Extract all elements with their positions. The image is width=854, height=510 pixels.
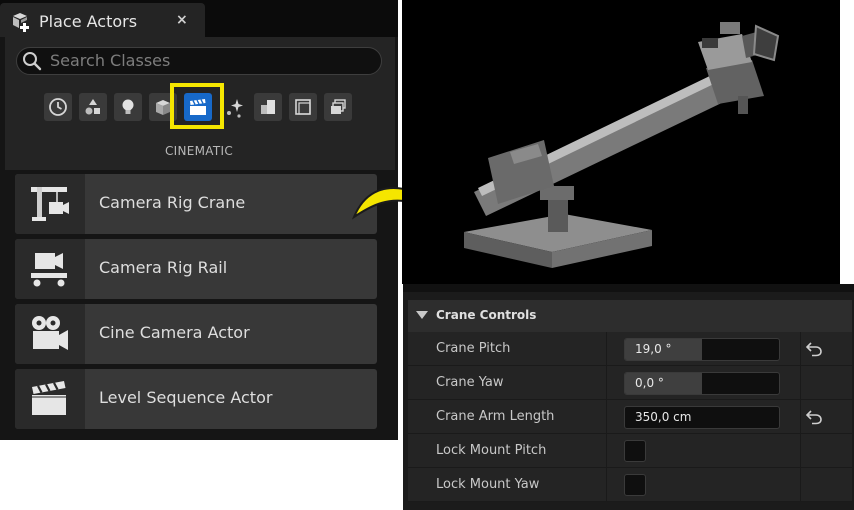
category-recent-button[interactable] [44, 93, 72, 121]
actor-item-camera-rig-rail[interactable]: Camera Rig Rail [15, 239, 377, 299]
field-value: 19,0 ° [635, 342, 672, 356]
divider [606, 332, 607, 365]
panel-title: Place Actors [39, 12, 138, 31]
divider [606, 434, 607, 467]
viewport[interactable] [402, 0, 840, 284]
lock-mount-pitch-checkbox[interactable] [624, 440, 646, 462]
reset-icon[interactable] [806, 341, 822, 357]
actor-icon-box [15, 304, 85, 364]
crane-yaw-field[interactable]: 0,0 ° [624, 372, 780, 395]
crane-icon [31, 187, 69, 221]
actor-item-cine-camera-actor[interactable]: Cine Camera Actor [15, 304, 377, 364]
crane-pitch-field[interactable]: 19,0 ° [624, 338, 780, 361]
category-basic-button[interactable] [79, 93, 107, 121]
field-value: 0,0 ° [635, 376, 664, 390]
close-icon[interactable]: × [176, 12, 188, 28]
reset-icon[interactable] [806, 409, 822, 425]
search-icon [23, 52, 42, 71]
divider [606, 400, 607, 433]
actor-icon-box [15, 239, 85, 299]
property-row-crane-yaw: Crane Yaw 0,0 ° [408, 366, 852, 400]
actor-label: Camera Rig Crane [99, 193, 246, 212]
collapse-arrow-icon[interactable] [416, 311, 428, 321]
clapperboard-icon [32, 381, 66, 415]
property-label: Lock Mount Pitch [436, 443, 547, 458]
cine-camera-icon [32, 316, 68, 350]
volume-icon [295, 99, 311, 115]
divider [800, 332, 801, 365]
property-row-lock-mount-pitch: Lock Mount Pitch [408, 434, 852, 468]
divider [606, 366, 607, 399]
actor-icon-box [15, 369, 85, 429]
details-header-strip [403, 284, 854, 292]
cinematic-highlight-box [170, 83, 224, 129]
actor-item-camera-rig-crane[interactable]: Camera Rig Crane [15, 174, 377, 234]
sparkle-icon [227, 99, 243, 118]
category-volumes-button[interactable] [289, 93, 317, 121]
lightbulb-icon [122, 99, 134, 114]
divider [800, 468, 801, 501]
actor-label: Level Sequence Actor [99, 388, 273, 407]
boxes-icon [261, 100, 275, 114]
property-row-lock-mount-yaw: Lock Mount Yaw [408, 468, 852, 502]
divider [606, 468, 607, 501]
place-actors-icon [13, 13, 29, 32]
actor-item-level-sequence-actor[interactable]: Level Sequence Actor [15, 369, 377, 429]
field-value: 350,0 cm [635, 410, 692, 424]
rail-icon [31, 253, 67, 287]
place-actors-tab[interactable]: Place Actors × [0, 3, 205, 37]
shapes-icon [85, 99, 100, 115]
clock-icon [49, 98, 67, 116]
actor-label: Cine Camera Actor [99, 323, 250, 342]
property-label: Crane Yaw [436, 375, 504, 390]
stack-icon [331, 99, 346, 114]
search-input[interactable] [50, 47, 370, 73]
divider [800, 400, 801, 433]
place-actors-panel: Place Actors × Search Classes CINEMATIC … [0, 0, 398, 440]
category-geometry-button[interactable] [254, 93, 282, 121]
actor-icon-box [15, 174, 85, 234]
lock-mount-yaw-checkbox[interactable] [624, 474, 646, 496]
property-label: Lock Mount Yaw [436, 477, 540, 492]
crane-arm-length-field[interactable]: 350,0 cm [624, 406, 780, 429]
property-row-crane-arm-length: Crane Arm Length 350,0 cm [408, 400, 852, 434]
property-row-crane-pitch: Crane Pitch 19,0 ° [408, 332, 852, 366]
crane-render [464, 22, 780, 268]
category-label: CINEMATIC [164, 144, 234, 158]
section-title: Crane Controls [436, 308, 537, 322]
divider [800, 366, 801, 399]
category-lights-button[interactable] [114, 93, 142, 121]
property-label: Crane Arm Length [436, 409, 555, 424]
divider [800, 434, 801, 467]
actor-label: Camera Rig Rail [99, 258, 228, 277]
category-all-classes-button[interactable] [324, 93, 352, 121]
property-label: Crane Pitch [436, 341, 511, 356]
